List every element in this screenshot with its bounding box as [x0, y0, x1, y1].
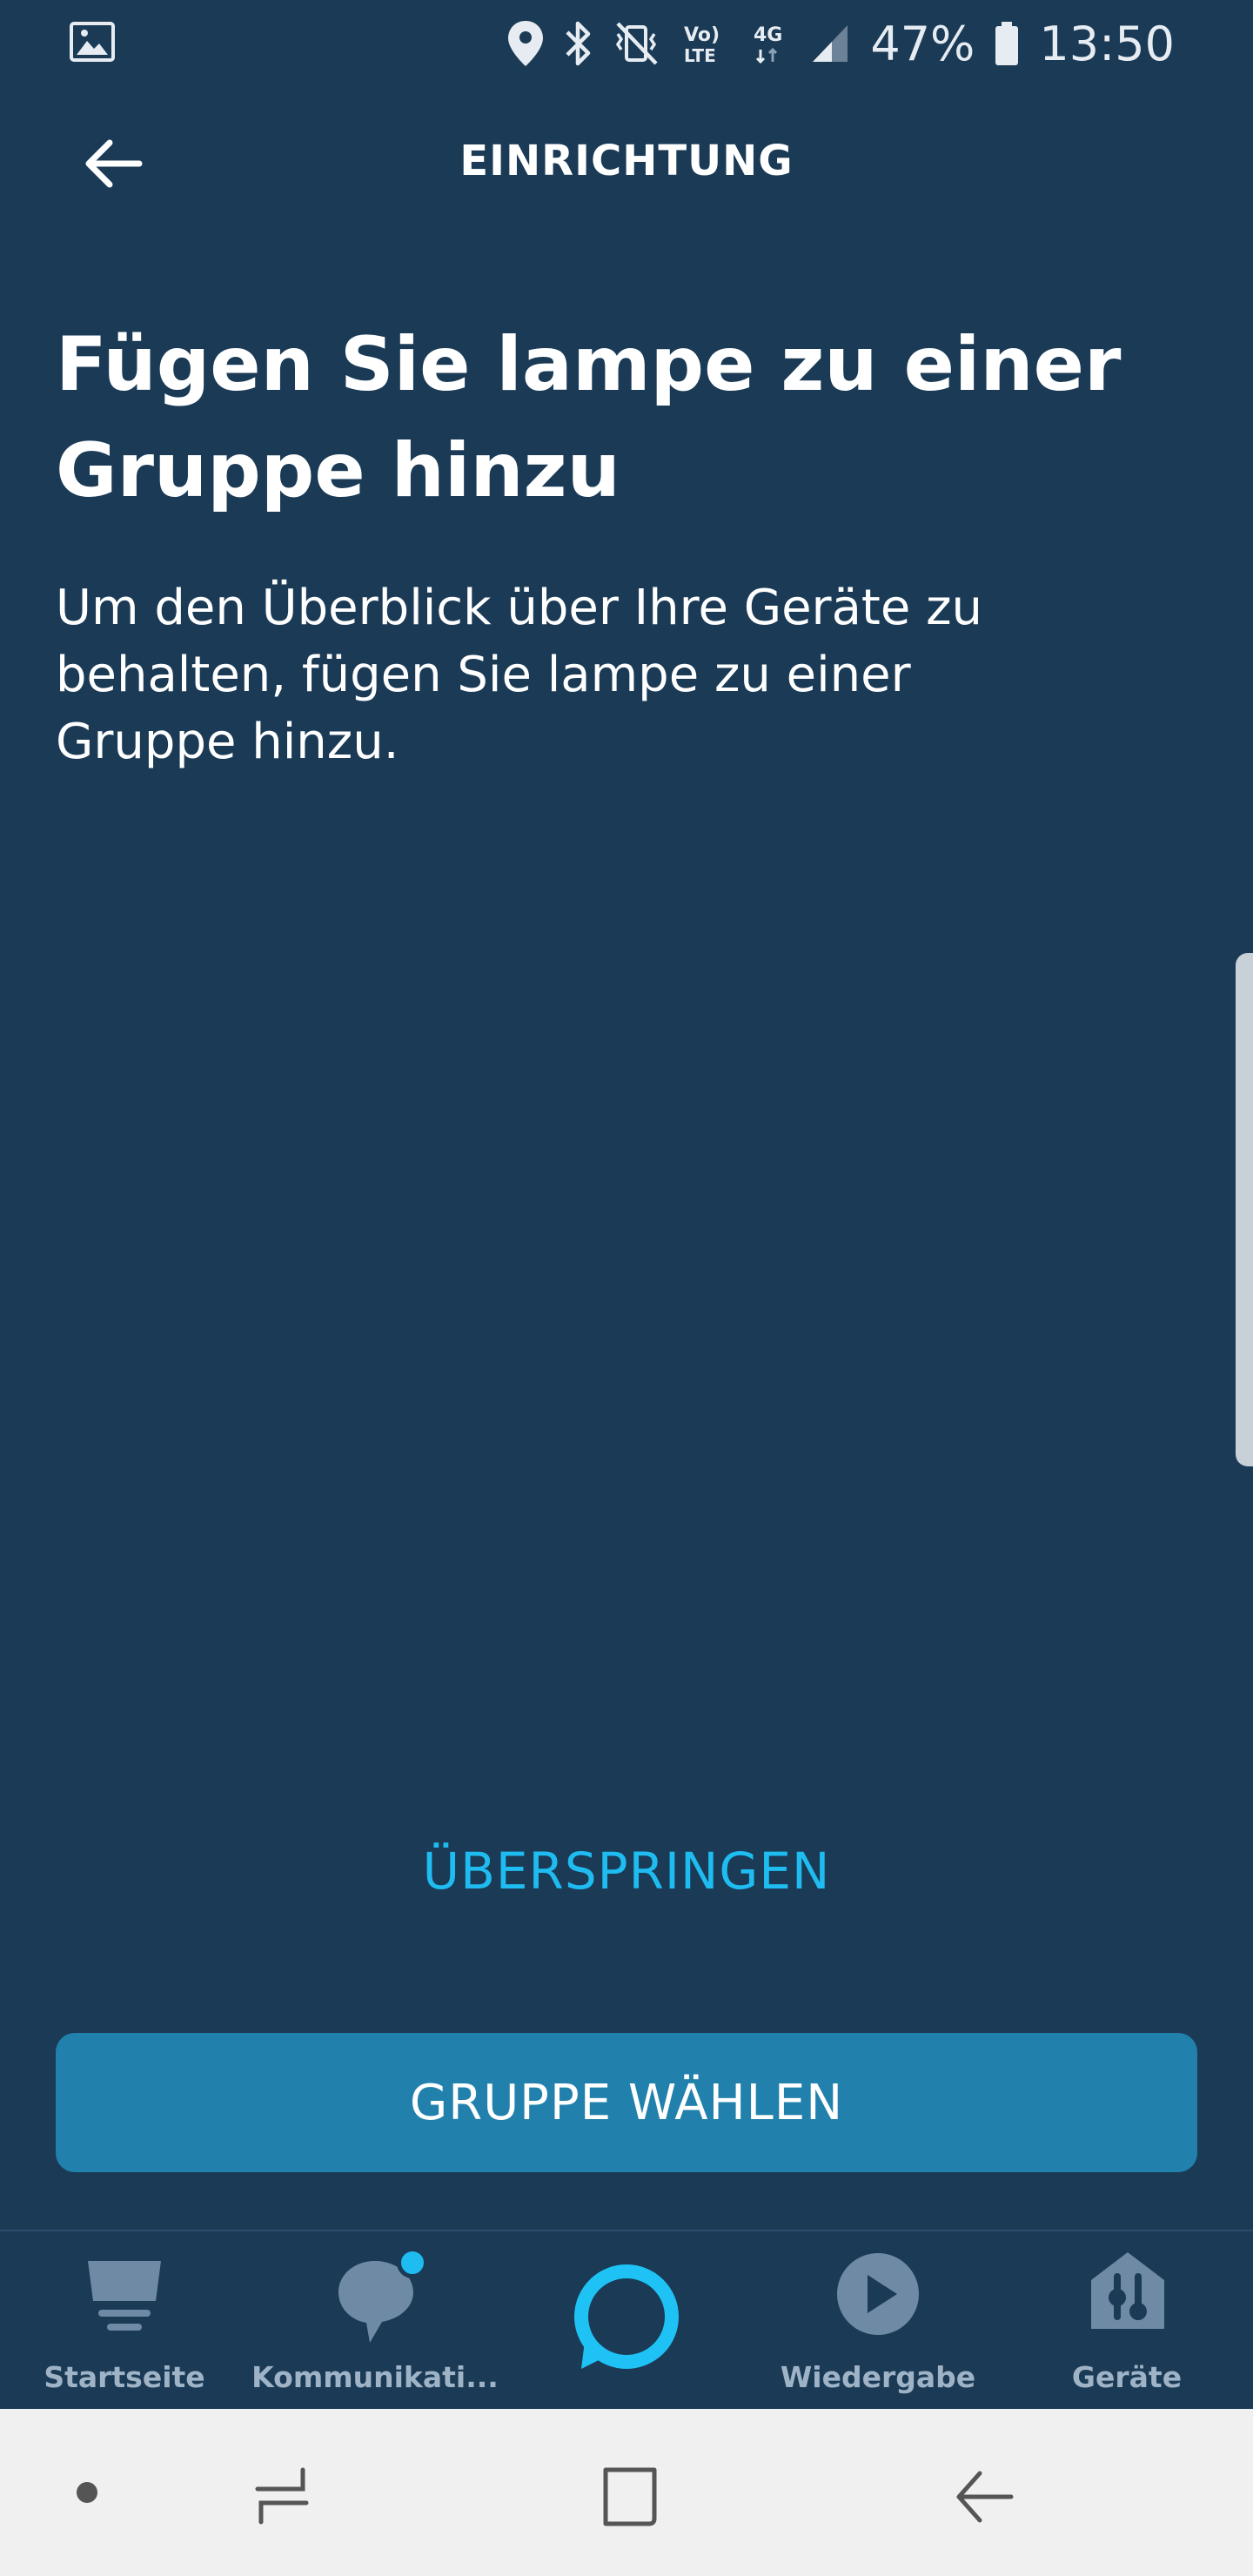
back-button[interactable]: [70, 122, 157, 209]
nav-item-home[interactable]: Startseite: [35, 2231, 214, 2411]
gallery-icon: [70, 22, 115, 65]
nav-label-communication: Kommunikati...: [251, 2360, 499, 2394]
nav-item-devices[interactable]: Geräte: [1044, 2231, 1209, 2411]
scroll-handle[interactable]: [1236, 953, 1253, 1466]
svg-text:Vo): Vo): [684, 24, 720, 46]
svg-text:LTE: LTE: [684, 45, 716, 66]
clock: 13:50: [1039, 16, 1175, 71]
nav-item-communication[interactable]: Kommunikati...: [251, 2231, 499, 2411]
location-icon: [506, 19, 545, 68]
play-icon: [834, 2251, 921, 2341]
page-title: EINRICHTUNG: [459, 137, 794, 185]
signal-icon: [809, 22, 851, 65]
network-4g-icon: 4G: [748, 20, 790, 67]
app-bar: EINRICHTUNG: [0, 96, 1253, 226]
description: Um den Überblick über Ihre Geräte zu beh…: [56, 580, 982, 770]
screen: Vo) LTE 4G 47% 13:50 EINRICHTUNG Fügen S…: [0, 0, 1253, 2576]
svg-text:4G: 4G: [754, 24, 782, 46]
home-square-icon[interactable]: [600, 2465, 661, 2532]
nav-label-playback: Wiedergabe: [780, 2360, 976, 2394]
arrow-left-icon: [84, 138, 143, 193]
nav-label-devices: Geräte: [1071, 2360, 1183, 2394]
back-icon[interactable]: [954, 2466, 1015, 2531]
bottom-nav: Startseite Kommunikati... Wiedergabe Ger…: [0, 2230, 1253, 2409]
battery-percent: 47%: [870, 16, 975, 71]
notification-badge: [397, 2247, 428, 2278]
nav-label-home: Startseite: [44, 2360, 205, 2394]
system-nav-bar: [0, 2409, 1253, 2576]
status-bar: Vo) LTE 4G 47% 13:50: [0, 0, 1253, 87]
choose-group-button[interactable]: GRUPPE WÄHLEN: [56, 2033, 1197, 2172]
dot-icon[interactable]: [75, 2480, 99, 2508]
nav-item-playback[interactable]: Wiedergabe: [781, 2231, 975, 2411]
headline: Fügen Sie lampe zu einer Gruppe hinzu: [56, 321, 1122, 514]
devices-home-icon: [1084, 2247, 1171, 2338]
volte-icon: Vo) LTE: [680, 20, 729, 67]
battery-icon: [994, 20, 1020, 67]
alexa-ring-icon: [566, 2257, 687, 2383]
vibrate-mute-icon: [613, 20, 661, 67]
nav-item-alexa[interactable]: [539, 2231, 714, 2411]
skip-button[interactable]: ÜBERSPRINGEN: [0, 1836, 1253, 1906]
bluetooth-icon: [564, 20, 593, 67]
recent-apps-icon[interactable]: [252, 2466, 313, 2531]
home-icon: [81, 2251, 168, 2341]
